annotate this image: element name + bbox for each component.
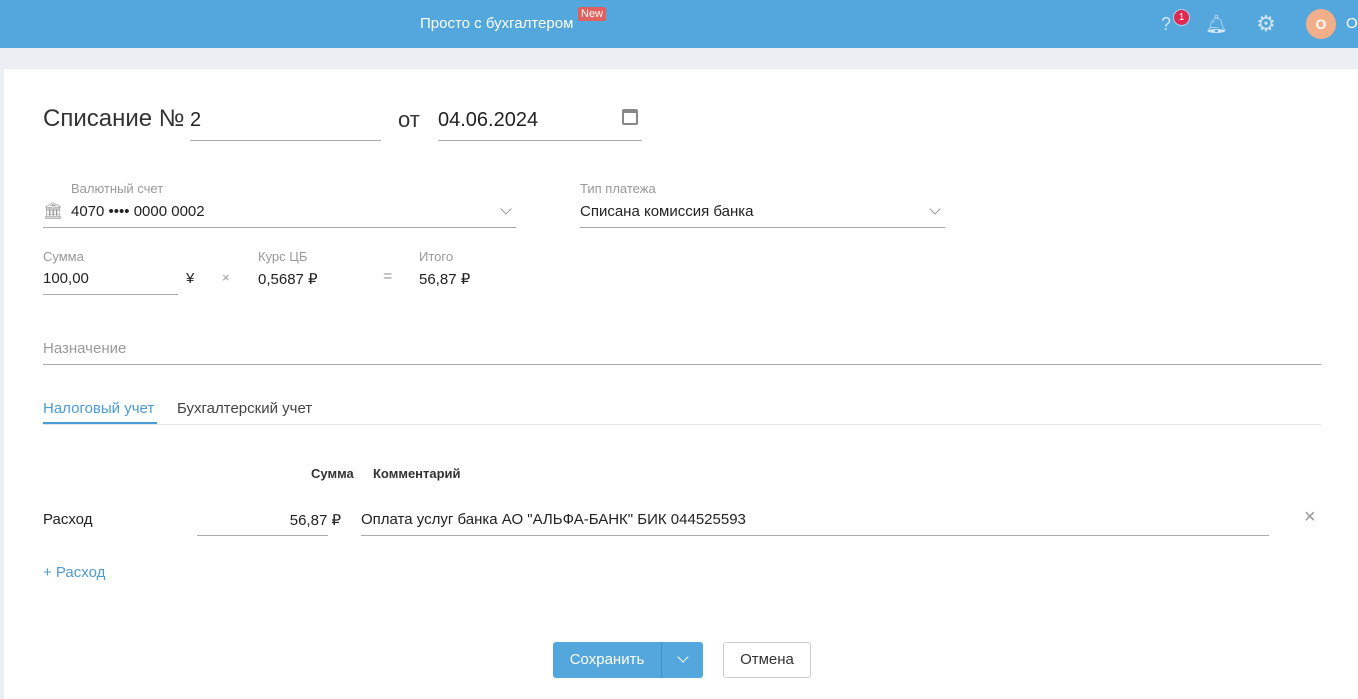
- row-comment-underline: [361, 535, 1269, 536]
- rate-value: 0,5687 ₽: [258, 271, 318, 288]
- avatar[interactable]: О: [1306, 9, 1336, 39]
- tabs-divider: [43, 424, 1321, 425]
- bank-icon: 🏛︎: [43, 203, 64, 220]
- rate-label: Курс ЦБ: [258, 249, 308, 264]
- bell-icon[interactable]: 🔔︎: [1205, 13, 1228, 35]
- currency-symbol: ¥: [186, 270, 195, 287]
- payment-type-label: Тип платежа: [580, 181, 656, 196]
- chevron-down-icon[interactable]: [500, 203, 512, 215]
- tab-tax[interactable]: Налоговый учет: [43, 400, 154, 417]
- purpose-input[interactable]: Назначение: [43, 340, 126, 357]
- doc-number-underline: [190, 140, 381, 141]
- close-icon[interactable]: ×: [1304, 506, 1316, 529]
- row-comment-input[interactable]: Оплата услуг банка АО "АЛЬФА-БАНК" БИК 0…: [361, 511, 746, 528]
- account-label: Валютный счет: [71, 181, 164, 196]
- new-badge: New: [578, 7, 607, 21]
- payment-type-underline: [580, 227, 945, 228]
- save-button[interactable]: Сохранить: [553, 642, 661, 678]
- help-count-badge: 1: [1173, 9, 1190, 26]
- calendar-icon[interactable]: [622, 109, 638, 125]
- payment-type-select[interactable]: Списана комиссия банка: [580, 203, 754, 220]
- col-header-comment: Комментарий: [373, 466, 461, 481]
- row-sum-underline: [197, 535, 328, 536]
- amount-underline: [43, 294, 178, 295]
- row-sum-input[interactable]: 56,87 ₽: [197, 511, 341, 529]
- equals-sign: =: [383, 268, 393, 285]
- account-underline: [43, 227, 516, 228]
- from-label: от: [398, 107, 420, 132]
- gear-icon[interactable]: ⚙: [1255, 13, 1277, 35]
- chevron-down-icon: [677, 651, 689, 663]
- save-options-button[interactable]: [662, 642, 703, 678]
- top-bar: Просто с бухгалтером New ? 1 🔔︎ ⚙ О О: [0, 0, 1358, 48]
- brand-link[interactable]: Просто с бухгалтером: [420, 15, 573, 32]
- tab-accounting[interactable]: Бухгалтерский учет: [177, 400, 312, 417]
- date-input[interactable]: 04.06.2024: [438, 109, 538, 132]
- doc-number-input[interactable]: 2: [190, 109, 201, 132]
- account-select[interactable]: 4070 •••• 0000 0002: [71, 203, 205, 220]
- add-expense-link[interactable]: + Расход: [43, 564, 105, 581]
- amount-input[interactable]: 100,00: [43, 270, 89, 287]
- date-underline: [438, 140, 642, 141]
- user-name[interactable]: О: [1346, 15, 1358, 32]
- write-off-form: Списание № 2 от 04.06.2024 Валютный счет…: [4, 69, 1358, 699]
- total-label: Итого: [419, 249, 454, 264]
- page-title: Списание №: [43, 105, 185, 132]
- total-value: 56,87 ₽: [419, 271, 471, 288]
- save-button-group: Сохранить: [553, 642, 703, 678]
- row-type: Расход: [43, 511, 93, 528]
- chevron-down-icon[interactable]: [929, 203, 941, 215]
- cancel-button[interactable]: Отмена: [723, 642, 811, 678]
- purpose-underline: [43, 364, 1321, 365]
- times-sign: ×: [222, 270, 230, 285]
- amount-label: Сумма: [43, 249, 84, 264]
- col-header-sum: Сумма: [311, 466, 354, 481]
